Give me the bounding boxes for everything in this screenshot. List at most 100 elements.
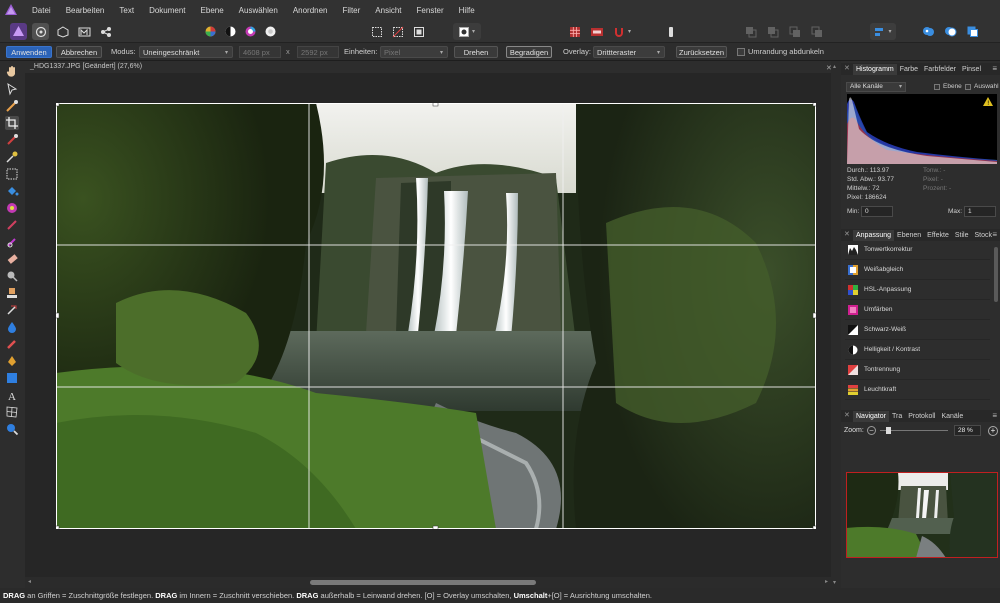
- tab-navigator[interactable]: Navigator: [853, 411, 889, 422]
- adjustment-item-white-balance[interactable]: Weißabgleich: [845, 261, 990, 280]
- adjustments-scrollbar[interactable]: [994, 247, 998, 302]
- menu-ebene[interactable]: Ebene: [201, 6, 224, 15]
- arrange-front-icon[interactable]: [808, 23, 825, 40]
- boolean-add-icon[interactable]: [920, 23, 937, 40]
- darken-border-checkbox[interactable]: [737, 48, 745, 56]
- min-input[interactable]: 0: [861, 206, 893, 217]
- align-dropdown[interactable]: ▾: [870, 23, 896, 40]
- zoom-input[interactable]: 28 %: [954, 425, 981, 436]
- text-tool-icon[interactable]: A: [5, 388, 19, 402]
- liquify-persona-icon[interactable]: [32, 23, 49, 40]
- auto-contrast-icon[interactable]: [222, 23, 239, 40]
- tone-mapping-persona-icon[interactable]: [76, 23, 93, 40]
- adjustment-item-vibrance[interactable]: Leuchtkraft: [845, 381, 990, 400]
- tab-color[interactable]: Farbe: [897, 64, 921, 75]
- arrange-back-icon[interactable]: [742, 23, 759, 40]
- crop-height-input[interactable]: 2592 px: [297, 46, 339, 58]
- reset-button[interactable]: Zurücksetzen: [676, 46, 727, 58]
- menu-text[interactable]: Text: [119, 6, 134, 15]
- tab-history[interactable]: Protokoll: [905, 411, 938, 422]
- dodge-tool-icon[interactable]: [5, 269, 19, 283]
- vertical-scrollbar[interactable]: ▴ ▾: [831, 61, 841, 588]
- document-tab[interactable]: _HDG1337.JPG [Geändert] (27,6%): [25, 61, 831, 73]
- close-icon[interactable]: ✕: [844, 411, 850, 419]
- zoom-slider-handle[interactable]: [886, 427, 891, 434]
- view-hand-tool-icon[interactable]: [5, 65, 19, 79]
- panel-menu-icon[interactable]: ≡: [992, 411, 997, 420]
- scroll-right-icon[interactable]: ▸: [825, 578, 828, 585]
- blemish-removal-tool-icon[interactable]: [5, 303, 19, 317]
- invert-selection-icon[interactable]: [410, 23, 427, 40]
- horizontal-scrollbar[interactable]: ◂ ▸: [25, 577, 831, 588]
- export-persona-icon[interactable]: [97, 23, 114, 40]
- tab-transform[interactable]: Tra: [889, 411, 905, 422]
- units-select[interactable]: Pixel ▾: [380, 46, 448, 58]
- arrange-forward-icon[interactable]: [786, 23, 803, 40]
- panel-menu-icon[interactable]: ≡: [992, 64, 997, 73]
- panel-menu-icon[interactable]: ≡: [992, 230, 997, 239]
- tab-brushes[interactable]: Pinsel: [959, 64, 984, 75]
- rectangle-tool-icon[interactable]: [5, 371, 19, 385]
- selection-brush-tool-icon[interactable]: [5, 133, 19, 147]
- menu-bearbeiten[interactable]: Bearbeiten: [66, 6, 105, 15]
- channel-select[interactable]: Alle Kanäle ▾: [846, 82, 906, 92]
- pen-tool-icon[interactable]: [5, 354, 19, 368]
- selection-rect-icon[interactable]: [368, 23, 385, 40]
- photo-persona-icon[interactable]: [10, 23, 27, 40]
- horizontal-scroll-thumb[interactable]: [310, 580, 536, 585]
- move-tool-icon[interactable]: [5, 82, 19, 96]
- snapping-dropdown[interactable]: ▾: [609, 23, 635, 40]
- menu-filter[interactable]: Filter: [343, 6, 361, 15]
- auto-colors-icon[interactable]: [242, 23, 259, 40]
- scroll-left-icon[interactable]: ◂: [28, 578, 31, 585]
- auto-white-balance-icon[interactable]: [262, 23, 279, 40]
- tab-histogram[interactable]: Histogramm: [853, 64, 897, 75]
- boolean-intersect-icon[interactable]: [964, 23, 981, 40]
- flood-fill-tool-icon[interactable]: [5, 184, 19, 198]
- adjustment-item-posterize[interactable]: Tontrennung: [845, 361, 990, 380]
- erase-brush-tool-icon[interactable]: [5, 252, 19, 266]
- paint-brush-tool-icon[interactable]: [5, 218, 19, 232]
- menu-fenster[interactable]: Fenster: [417, 6, 444, 15]
- zoom-in-button[interactable]: +: [988, 426, 998, 436]
- gradient-tool-icon[interactable]: [5, 201, 19, 215]
- color-replacement-tool-icon[interactable]: [5, 235, 19, 249]
- zoom-out-button[interactable]: −: [867, 426, 876, 435]
- selection-checkbox[interactable]: [965, 84, 971, 90]
- layer-checkbox[interactable]: [934, 84, 940, 90]
- rotate-button[interactable]: Drehen: [454, 46, 498, 58]
- mode-select[interactable]: Uneingeschränkt ▾: [139, 46, 233, 58]
- navigator-thumbnail[interactable]: [846, 472, 998, 558]
- tab-channels[interactable]: Kanäle: [938, 411, 966, 422]
- waterfall-photo[interactable]: [56, 103, 816, 529]
- menu-datei[interactable]: Datei: [32, 6, 51, 15]
- arrange-backward-icon[interactable]: [764, 23, 781, 40]
- apply-button[interactable]: Anwenden: [6, 46, 52, 58]
- cancel-button[interactable]: Abbrechen: [56, 46, 102, 58]
- straighten-button[interactable]: Begradigen: [506, 46, 552, 58]
- overlay-select[interactable]: Drittteraster ▾: [593, 46, 665, 58]
- zoom-tool-icon[interactable]: [5, 422, 19, 436]
- smudge-tool-icon[interactable]: [5, 320, 19, 334]
- adjustment-item-brightness-contrast[interactable]: Helligkeit / Kontrast: [845, 341, 990, 360]
- tab-styles[interactable]: Stile: [952, 230, 972, 241]
- scroll-up-icon[interactable]: ▴: [833, 63, 836, 70]
- adjustment-item-hsl[interactable]: HSL-Anpassung: [845, 281, 990, 300]
- mesh-warp-tool-icon[interactable]: [5, 405, 19, 419]
- menu-dokument[interactable]: Dokument: [149, 6, 185, 15]
- flood-select-tool-icon[interactable]: [5, 150, 19, 164]
- deselect-icon[interactable]: [389, 23, 406, 40]
- marquee-tool-icon[interactable]: [5, 167, 19, 181]
- context-toolbar-icon[interactable]: [662, 23, 679, 40]
- adjustment-item-levels[interactable]: Tonwertkorrektur: [845, 241, 990, 260]
- menu-auswaehlen[interactable]: Auswählen: [239, 6, 278, 15]
- tab-adjustments[interactable]: Anpassung: [853, 230, 895, 241]
- clone-brush-tool-icon[interactable]: [5, 286, 19, 300]
- crop-tool-icon[interactable]: [5, 116, 19, 130]
- crop-width-input[interactable]: 4608 px: [239, 46, 281, 58]
- quick-mask-dropdown[interactable]: ▾: [453, 23, 481, 40]
- assistant-icon[interactable]: [588, 23, 605, 40]
- menu-anordnen[interactable]: Anordnen: [293, 6, 328, 15]
- scroll-down-icon[interactable]: ▾: [833, 579, 836, 586]
- tab-layers[interactable]: Ebenen: [894, 230, 924, 241]
